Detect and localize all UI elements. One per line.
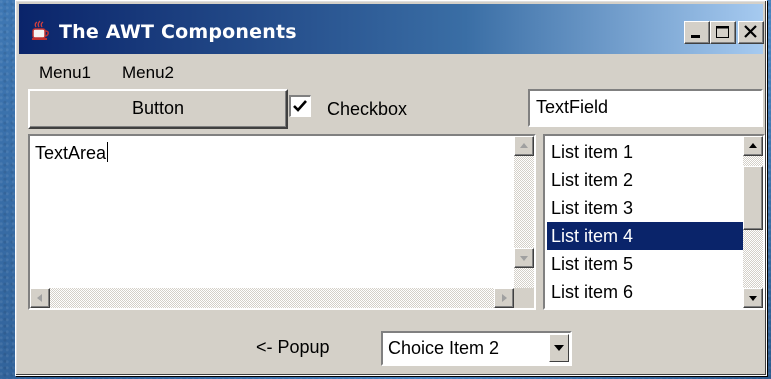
app-window: The AWT Components Menu1 Menu2 Button Ch… [15, 0, 767, 376]
chevron-down-icon [554, 345, 564, 351]
menu-bar: Menu1 Menu2 [19, 55, 763, 89]
arrow-up-icon [520, 143, 528, 148]
text-area[interactable]: TextArea [28, 134, 536, 310]
popup-label[interactable]: <- Popup [256, 337, 330, 358]
scroll-corner [514, 288, 534, 308]
arrow-left-icon [37, 294, 42, 302]
list-scroll-up-button[interactable] [743, 136, 763, 156]
maximize-button[interactable] [710, 21, 736, 44]
arrow-down-icon [749, 296, 757, 301]
list-item[interactable]: List item 5 [547, 250, 745, 278]
list-scroll-thumb[interactable] [743, 166, 763, 230]
text-area-content: TextArea [35, 142, 109, 163]
menu-menu1[interactable]: Menu1 [39, 63, 91, 83]
list-box[interactable]: List item 1 List item 2 List item 3 List… [543, 134, 765, 310]
title-bar[interactable]: The AWT Components [19, 4, 764, 54]
minimize-icon [691, 35, 700, 38]
choice-selected-value: Choice Item 2 [388, 338, 500, 358]
arrow-down-icon [520, 256, 528, 261]
main-button[interactable]: Button [28, 89, 288, 129]
list-item[interactable]: List item 6 [547, 278, 745, 306]
list-scroll-down-button[interactable] [743, 288, 763, 308]
close-icon [744, 25, 757, 38]
checkbox-label[interactable]: Checkbox [327, 99, 407, 120]
arrow-right-icon [502, 294, 507, 302]
textarea-scroll-left-button[interactable] [30, 288, 50, 308]
text-caret [107, 142, 109, 162]
list-item[interactable]: List item 2 [547, 166, 745, 194]
maximize-icon [716, 26, 729, 38]
textarea-scroll-right-button[interactable] [494, 288, 514, 308]
text-field[interactable]: TextField [528, 89, 763, 127]
checkmark-icon [293, 100, 307, 112]
arrow-up-icon [749, 143, 757, 148]
window-title: The AWT Components [59, 21, 297, 43]
textarea-scroll-down-button[interactable] [514, 248, 534, 268]
textarea-hscroll-track[interactable] [30, 288, 514, 308]
controls-row: Button Checkbox TextField [16, 89, 766, 131]
menu-menu2[interactable]: Menu2 [122, 63, 174, 83]
choice-dropdown[interactable]: Choice Item 2 [381, 331, 572, 366]
list-item-selected[interactable]: List item 4 [547, 222, 745, 250]
textarea-scroll-up-button[interactable] [514, 136, 534, 156]
close-button[interactable] [738, 21, 764, 44]
choice-dropdown-button[interactable] [549, 334, 569, 362]
checkbox[interactable] [289, 95, 311, 117]
list-item[interactable]: List item 1 [547, 138, 745, 166]
popup-row: <- Popup Choice Item 2 [16, 319, 766, 369]
minimize-button[interactable] [684, 21, 710, 44]
java-cup-icon [32, 20, 49, 40]
list-item[interactable]: List item 3 [547, 194, 745, 222]
